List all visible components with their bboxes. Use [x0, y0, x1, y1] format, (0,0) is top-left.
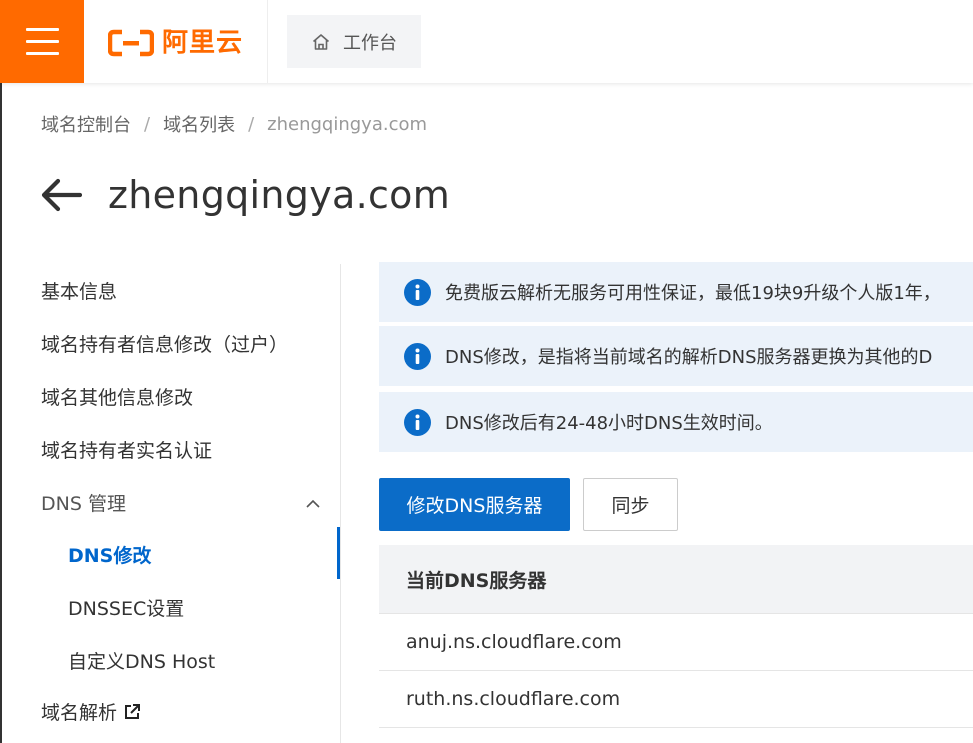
breadcrumb-domain-console[interactable]: 域名控制台 [41, 111, 131, 137]
sidebar-group-label: DNS 管理 [41, 493, 126, 515]
menu-icon[interactable] [0, 0, 84, 83]
breadcrumb-current: zhengqingya.com [267, 113, 428, 135]
external-link-icon [125, 703, 141, 719]
breadcrumb: 域名控制台 / 域名列表 / zhengqingya.com [41, 110, 427, 138]
notice-text: 免费版云解析无服务可用性保证，最低19块9升级个人版1年， [445, 283, 941, 304]
info-icon [404, 408, 431, 436]
table-header: 当前DNS服务器 [379, 545, 973, 614]
sidebar-item-other-info[interactable]: 域名其他信息修改 [41, 383, 193, 413]
workbench-button[interactable]: 工作台 [287, 15, 421, 68]
page-header: zhengqingya.com [40, 168, 450, 222]
sidebar-item-label: 域名解析 [41, 702, 118, 724]
sidebar: 基本信息 域名持有者信息修改（过户） 域名其他信息修改 域名持有者实名认证 DN… [0, 264, 341, 743]
breadcrumb-domain-list[interactable]: 域名列表 [163, 111, 235, 137]
sync-button[interactable]: 同步 [583, 478, 678, 531]
notice-text: DNS修改，是指将当前域名的解析DNS服务器更换为其他的D [445, 347, 933, 368]
notice-dns-modify-explain: DNS修改，是指将当前域名的解析DNS服务器更换为其他的D [379, 326, 973, 386]
header-divider [267, 0, 268, 83]
dns-server-table: 当前DNS服务器 anuj.ns.cloudflare.com ruth.ns.… [379, 545, 973, 728]
logo-text: 阿里云 [162, 28, 244, 58]
chevron-up-icon [306, 499, 320, 508]
workbench-label: 工作台 [343, 32, 397, 54]
breadcrumb-separator: / [144, 113, 151, 135]
sidebar-active-indicator [337, 527, 340, 579]
table-row: anuj.ns.cloudflare.com [379, 614, 973, 671]
sidebar-item-domain-resolution[interactable]: 域名解析 [41, 698, 141, 728]
home-icon [312, 33, 330, 50]
top-bar: 阿里云 工作台 [0, 0, 973, 83]
breadcrumb-separator: / [248, 113, 255, 135]
aliyun-logo-icon [108, 29, 154, 57]
sidebar-item-holder-transfer[interactable]: 域名持有者信息修改（过户） [41, 330, 288, 360]
sidebar-item-dns-modify[interactable]: DNS修改 [68, 541, 151, 571]
sidebar-group-dns-management[interactable]: DNS 管理 [41, 489, 321, 519]
sidebar-item-custom-dns-host[interactable]: 自定义DNS Host [68, 647, 215, 677]
sidebar-item-basic-info[interactable]: 基本信息 [41, 277, 117, 307]
table-row: ruth.ns.cloudflare.com [379, 671, 973, 728]
sidebar-item-dnssec[interactable]: DNSSEC设置 [68, 594, 184, 624]
info-icon [404, 278, 431, 306]
aliyun-logo[interactable]: 阿里云 [108, 26, 243, 60]
sidebar-item-real-name[interactable]: 域名持有者实名认证 [41, 436, 212, 466]
info-icon [404, 342, 431, 370]
modify-dns-server-button[interactable]: 修改DNS服务器 [379, 478, 570, 531]
notice-dns-effect-time: DNS修改后有24-48小时DNS生效时间。 [379, 392, 973, 452]
page-title: zhengqingya.com [108, 173, 451, 217]
back-arrow-icon[interactable] [40, 178, 82, 212]
notice-text: DNS修改后有24-48小时DNS生效时间。 [445, 413, 773, 434]
notice-free-version: 免费版云解析无服务可用性保证，最低19块9升级个人版1年， [379, 262, 973, 322]
